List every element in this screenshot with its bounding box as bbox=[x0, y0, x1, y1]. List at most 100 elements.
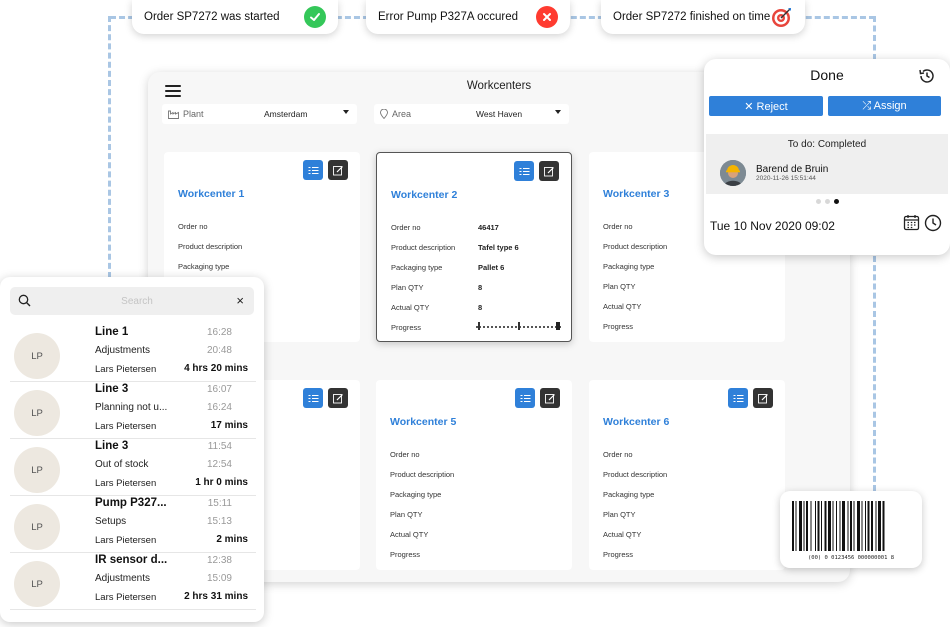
edit-icon bbox=[543, 166, 554, 176]
task-list-button[interactable] bbox=[728, 388, 748, 408]
notification-order-started[interactable]: Order SP7272 was started bbox=[132, 0, 338, 34]
avatar: LP bbox=[14, 561, 60, 607]
order-no-value: 46417 bbox=[478, 222, 499, 232]
event-duration: 1 hr 0 mins bbox=[195, 477, 248, 488]
workcenter-card-2[interactable]: Workcenter 2 Order no 46417 Product descr… bbox=[376, 152, 572, 342]
workcenter-title: Workcenter 3 bbox=[603, 188, 670, 200]
clock-icon[interactable] bbox=[924, 214, 942, 237]
list-check-icon bbox=[733, 394, 743, 402]
todo-status: To do: Completed bbox=[787, 139, 867, 150]
list-item[interactable]: LP Line 3 Planning not u... Lars Pieters… bbox=[0, 382, 264, 439]
notification-order-finished[interactable]: Order SP7272 finished on time bbox=[601, 0, 805, 34]
event-end-time: 15:13 bbox=[206, 516, 232, 527]
avatar: LP bbox=[14, 390, 60, 436]
notification-pump-error[interactable]: Error Pump P327A occured bbox=[366, 0, 570, 34]
event-person: Lars Pietersen bbox=[95, 421, 157, 432]
downtime-event-list: × LP Line 1 Adjustments Lars Pietersen 1… bbox=[0, 277, 264, 622]
field-plan-qty: Plan QTY 8 bbox=[391, 282, 483, 292]
event-reason: Adjustments bbox=[95, 345, 151, 356]
task-list-button[interactable] bbox=[303, 160, 323, 180]
pager-dots[interactable] bbox=[706, 199, 948, 204]
task-list-button[interactable] bbox=[303, 388, 323, 408]
area-label-group: Area bbox=[380, 109, 411, 119]
event-line: Line 1 bbox=[95, 326, 129, 338]
target-icon bbox=[771, 6, 793, 28]
workcenter-title: Workcenter 1 bbox=[178, 188, 245, 200]
clear-search-button[interactable]: × bbox=[236, 293, 244, 308]
list-item[interactable]: LP Line 3 Out of stock Lars Pietersen 11… bbox=[0, 439, 264, 496]
edit-icon bbox=[332, 165, 343, 175]
assign-button[interactable]: ⤮ Assign bbox=[828, 96, 941, 116]
list-item[interactable]: LP Line 1 Adjustments Lars Pietersen 16:… bbox=[0, 325, 264, 382]
field-product-description: Product description bbox=[390, 469, 455, 479]
edit-button[interactable] bbox=[328, 160, 348, 180]
area-select[interactable]: Area West Haven bbox=[374, 104, 569, 124]
event-line: Pump P327... bbox=[95, 497, 167, 509]
search-bar: × bbox=[10, 287, 254, 315]
product-description-value: Tafel type 6 bbox=[478, 242, 519, 252]
event-reason: Adjustments bbox=[95, 573, 151, 584]
event-start-time: 12:38 bbox=[206, 555, 232, 566]
history-icon[interactable] bbox=[918, 67, 936, 90]
calendar-icon[interactable] bbox=[903, 214, 920, 237]
actual-qty-value: 8 bbox=[478, 302, 483, 312]
search-input[interactable] bbox=[50, 291, 224, 311]
workcenter-card-5[interactable]: Workcenter 5 Order no Product descriptio… bbox=[376, 380, 572, 570]
flow-line-right-lower bbox=[873, 256, 876, 491]
task-list-button[interactable] bbox=[514, 161, 534, 181]
event-reason: Out of stock bbox=[95, 459, 149, 470]
field-progress: Progress bbox=[391, 317, 561, 337]
plant-label-group: Plant bbox=[168, 109, 204, 119]
chevron-down-icon bbox=[343, 110, 349, 114]
chevron-down-icon bbox=[555, 110, 561, 114]
event-person: Lars Pietersen bbox=[95, 478, 157, 489]
event-duration: 2 hrs 31 mins bbox=[184, 591, 248, 602]
done-title: Done bbox=[810, 67, 844, 83]
workcenter-title: Workcenter 2 bbox=[391, 189, 458, 201]
list-item[interactable]: LP IR sensor d... Adjustments Lars Piete… bbox=[0, 553, 264, 610]
plan-qty-value: 8 bbox=[478, 282, 483, 292]
area-label: Area bbox=[392, 109, 412, 119]
edit-button[interactable] bbox=[540, 388, 560, 408]
edit-button[interactable] bbox=[328, 388, 348, 408]
plant-select[interactable]: Plant Amsterdam bbox=[162, 104, 357, 124]
event-person: Lars Pietersen bbox=[95, 592, 157, 603]
notification-text: Order SP7272 was started bbox=[144, 11, 280, 23]
field-plan-qty: Plan QTY bbox=[390, 509, 423, 519]
field-actual-qty: Actual QTY bbox=[390, 529, 429, 539]
event-line: Line 3 bbox=[95, 383, 129, 395]
avatar: LP bbox=[14, 333, 60, 379]
barcode-card: (00) 0 0123456 000000001 8 bbox=[780, 491, 922, 568]
reject-button[interactable]: ✕ Reject bbox=[709, 96, 823, 116]
edit-button[interactable] bbox=[539, 161, 559, 181]
event-line: Line 3 bbox=[95, 440, 129, 452]
workcenter-card-6[interactable]: Workcenter 6 Order no Product descriptio… bbox=[589, 380, 785, 570]
location-pin-icon bbox=[380, 109, 388, 119]
notification-text: Error Pump P327A occured bbox=[378, 11, 518, 23]
notification-text: Order SP7272 finished on time bbox=[613, 11, 771, 23]
workcenter-title: Workcenter 5 bbox=[390, 416, 457, 428]
field-progress: Progress bbox=[603, 549, 634, 559]
avatar: LP bbox=[14, 447, 60, 493]
field-order-no: Order no bbox=[603, 449, 633, 459]
packaging-type-value: Pallet 6 bbox=[478, 262, 505, 272]
task-list-button[interactable] bbox=[515, 388, 535, 408]
worker-avatar bbox=[720, 160, 746, 186]
event-person: Lars Pietersen bbox=[95, 364, 157, 375]
field-product-description: Product description bbox=[178, 241, 243, 251]
field-actual-qty: Actual QTY 8 bbox=[391, 302, 483, 312]
edit-button[interactable] bbox=[753, 388, 773, 408]
field-order-no: Order no bbox=[390, 449, 420, 459]
progress-timeline bbox=[475, 322, 561, 331]
plant-label: Plant bbox=[183, 109, 204, 119]
list-check-icon bbox=[519, 167, 529, 175]
event-duration: 17 mins bbox=[210, 420, 248, 431]
field-packaging-type: Packaging type bbox=[178, 261, 230, 271]
worker-timestamp: 2020-11-26 15:51:44 bbox=[756, 175, 816, 182]
field-progress: Progress bbox=[390, 549, 421, 559]
factory-icon bbox=[168, 110, 179, 119]
event-duration: 4 hrs 20 mins bbox=[184, 363, 248, 374]
field-packaging-type: Packaging type bbox=[603, 489, 655, 499]
list-item[interactable]: LP Pump P327... Setups Lars Pietersen 15… bbox=[0, 496, 264, 553]
done-date: Tue 10 Nov 2020 09:02 bbox=[710, 219, 835, 233]
